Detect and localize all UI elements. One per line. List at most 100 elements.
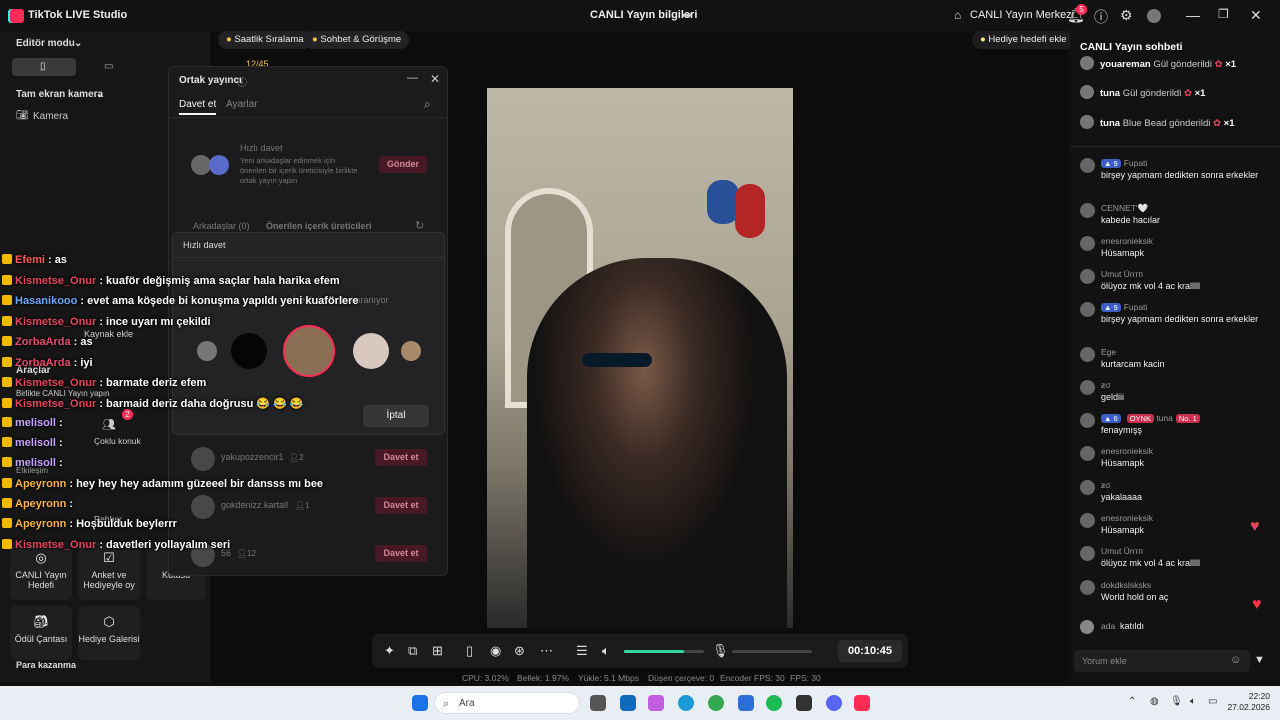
gift-sender: tuna (1100, 118, 1121, 129)
avatar (1080, 413, 1095, 428)
overlay-chat-username: ZorbaArda (15, 357, 71, 369)
reward-bag-tile[interactable]: 🎒︎ Ödül Çantası (10, 606, 72, 660)
suggestion-name: gokdenizz.kartall (221, 500, 289, 510)
popup-title: Hızlı davet (183, 240, 226, 250)
edge-icon[interactable] (678, 695, 694, 711)
volume-icon[interactable]: 🔈︎ (1190, 696, 1196, 707)
share-icon[interactable]: ➦ (682, 8, 692, 22)
chat-username: ƶσ (1101, 380, 1111, 390)
minimize-icon[interactable]: — (1186, 7, 1200, 23)
speaker-icon[interactable]: 🔈︎ (602, 643, 610, 659)
camera-source-item[interactable]: Kamera (33, 111, 68, 122)
spotify-icon[interactable] (766, 695, 782, 711)
overlay-chat-line: Kismetse_Onur: barmaid deriz daha doğrus… (2, 397, 304, 416)
microphone-icon[interactable]: 🎙︎ (712, 643, 729, 659)
tiktok-live-icon[interactable] (854, 695, 870, 711)
overlay-chat-username: Apeyronn (15, 518, 67, 530)
chat-icon: ● (312, 34, 318, 45)
taskbar-search[interactable]: ⌕ Ara (434, 692, 580, 714)
overlay-chat-username: Kismetse_Onur (15, 275, 97, 287)
system-clock[interactable]: 22:20 27.02.2026 (1226, 691, 1270, 713)
chat-text: Hüsamapk (1101, 525, 1145, 535)
more-icon[interactable]: ⋯ (540, 643, 553, 659)
overlay-chat-line: melisoll: (2, 457, 63, 476)
gift-gallery-tile[interactable]: ⬡ Hediye Galerisi (78, 606, 140, 660)
chrome-icon[interactable] (708, 695, 724, 711)
bulb-icon: ● (980, 34, 986, 45)
profile-avatar[interactable] (1147, 9, 1161, 23)
layout-icon[interactable]: ⧉ (408, 643, 417, 659)
close-icon[interactable]: ✕ (1250, 7, 1262, 24)
invite-button[interactable]: Davet et (375, 449, 427, 466)
invite-button[interactable]: Davet et (375, 497, 427, 514)
search-icon[interactable]: ⌕ (424, 97, 431, 112)
app-title: TikTok LIVE Studio (28, 9, 128, 21)
windows-taskbar: ⌕ Ara ⌃ ◍ 🎙︎ 🔈︎ ▭ 22:20 27.02.2026 (0, 686, 1280, 720)
windows-start-icon[interactable] (412, 695, 428, 711)
sliders-icon[interactable]: ☰ (576, 643, 588, 659)
close-icon[interactable]: ✕ (430, 72, 440, 86)
settings-app-icon[interactable] (738, 695, 754, 711)
chevron-down-icon: ⌄ (74, 38, 83, 49)
avatar (1080, 580, 1095, 595)
refresh-icon[interactable]: ↻ (415, 219, 424, 232)
help-icon[interactable]: ⓘ (1094, 7, 1108, 27)
magic-wand-icon[interactable]: ✦ (384, 643, 395, 659)
gift-action: Gül gönderildi (1122, 88, 1182, 99)
divider (173, 257, 444, 258)
camera-switch-icon[interactable]: ⊛ (514, 643, 525, 659)
avatar (1080, 513, 1095, 528)
mic-slider[interactable] (732, 650, 812, 653)
modal-title: Ortak yayıncı (179, 75, 242, 86)
file-explorer-icon[interactable] (590, 695, 606, 711)
chat-username: enesronieksik (1101, 446, 1153, 456)
overlay-chat-line: Apeyronn: Hoşbulduk beylerrr (2, 518, 177, 537)
send-button[interactable]: Gönder (379, 156, 427, 173)
quick-invite-description: Yeni arkadaşlar edinmek için önerilen bi… (240, 156, 358, 185)
minimize-icon[interactable]: — (407, 72, 418, 84)
multi-guest-button[interactable]: Çoklu konuk (94, 436, 141, 446)
microphone-icon[interactable]: 🎙︎ (1170, 696, 1183, 707)
avatar (1080, 480, 1095, 495)
chat-text: fenaymışş (1101, 425, 1143, 435)
outlook-icon[interactable] (620, 695, 636, 711)
heart-icon: ♥ (1250, 518, 1260, 535)
camera-source-dropdown[interactable]: Tam ekran kamera (16, 89, 103, 100)
avatar (1080, 203, 1095, 218)
volume-slider[interactable] (624, 650, 704, 653)
portrait-toggle[interactable]: ▯ (12, 58, 76, 76)
gift-sender: youareman (1100, 59, 1151, 70)
emoji-icon[interactable]: ☺ (1230, 654, 1241, 666)
phone-icon[interactable]: ▯ (466, 643, 473, 659)
app-icon[interactable] (796, 695, 812, 711)
live-center-link[interactable]: CANLI Yayın Merkezi (970, 9, 1074, 21)
tab-settings[interactable]: Ayarlar (226, 99, 258, 110)
hourly-ranking-pill[interactable]: ● Saatlik Sıralama (218, 31, 312, 49)
editor-mode-dropdown[interactable]: Editör modu (16, 38, 75, 49)
info-icon[interactable]: ⓘ (237, 74, 247, 89)
discord-icon[interactable] (826, 695, 842, 711)
comment-input[interactable]: Yorum ekle (1074, 650, 1250, 672)
gift-action: Blue Bead gönderildi (1122, 118, 1211, 129)
maximize-icon[interactable]: ❐ (1218, 7, 1229, 21)
add-gift-goal-button[interactable]: ● Hediye hedefi ekle (972, 31, 1075, 49)
scene-icon[interactable]: ⊞ (432, 643, 443, 659)
cancel-button[interactable]: İptal (363, 405, 429, 427)
settings-gear-icon[interactable]: ⚙ (1120, 7, 1133, 24)
badge-icon (2, 539, 12, 549)
network-icon[interactable]: ◍ (1150, 696, 1159, 707)
chat-text: ölüyoz mk vol 4 ac kralllll (1101, 558, 1201, 568)
record-icon[interactable]: ◉ (490, 643, 501, 659)
landscape-icon[interactable]: ▭ (104, 61, 113, 72)
invite-button[interactable]: Davet et (375, 545, 427, 562)
filter-icon[interactable]: ▼ (1254, 654, 1265, 666)
overlay-chat-text: : as (73, 336, 93, 348)
chat-meet-pill[interactable]: ● Sohbet & Görüşme (304, 31, 410, 49)
chevron-up-icon[interactable]: ⌃ (1128, 696, 1136, 707)
chat-username: Ege (1101, 347, 1117, 357)
tab-invite[interactable]: Davet et (179, 99, 217, 115)
battery-icon[interactable]: ▭ (1208, 696, 1217, 707)
tab-friends[interactable]: Arkadaşlar (0) (193, 221, 250, 231)
tab-suggested[interactable]: Önerilen içerik üreticileri (266, 221, 372, 231)
copilot-icon[interactable] (648, 695, 664, 711)
